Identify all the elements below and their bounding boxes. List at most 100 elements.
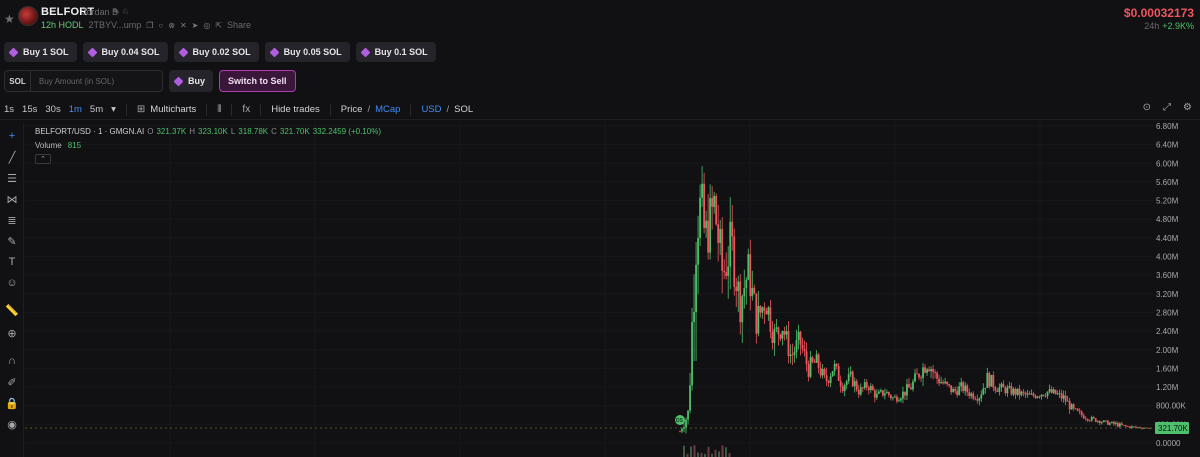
buy-button[interactable]: Buy — [169, 70, 214, 92]
candle-body — [966, 385, 969, 393]
lock-icon[interactable]: 🔒 — [4, 395, 20, 411]
timeframe-dropdown-icon[interactable]: ▾ — [107, 104, 120, 115]
share-link[interactable]: Share — [227, 20, 251, 30]
mcap-option[interactable]: MCap — [375, 104, 400, 115]
high-value: 323.10K — [198, 127, 228, 136]
crosshair-icon[interactable]: + — [4, 128, 20, 144]
brush-icon[interactable]: ✎ — [4, 233, 20, 249]
candle-body — [990, 374, 993, 387]
fullscreen-icon[interactable]: ⤢ — [1163, 102, 1171, 113]
candle-body — [1042, 394, 1045, 396]
trade-input-row: SOL Buy Switch to Sell — [4, 70, 296, 92]
candle-body — [944, 381, 947, 384]
favorite-star-icon[interactable]: ★ — [4, 12, 15, 26]
horizontal-lines-icon[interactable]: ☰ — [4, 170, 20, 186]
candle-body — [841, 386, 844, 392]
y-tick-label: 2.00M — [1156, 346, 1179, 355]
buy-amount-input[interactable] — [31, 76, 162, 86]
camera-icon[interactable]: ⊙ — [1143, 102, 1151, 113]
candle-body — [1092, 417, 1095, 419]
settings-gear-icon[interactable]: ⚙ — [1183, 102, 1192, 113]
ruler-icon[interactable]: 📏 — [4, 302, 20, 318]
candle-body — [727, 266, 730, 276]
candle-body — [1096, 420, 1099, 422]
quick-buy-button[interactable]: Buy 0.02 SOL — [173, 42, 259, 62]
candle-body — [771, 331, 774, 344]
candle-body — [871, 385, 874, 391]
fib-icon[interactable]: ≣ — [4, 212, 20, 228]
usd-option[interactable]: USD — [421, 104, 441, 115]
collapse-legend-icon[interactable]: ⌃ — [35, 154, 51, 164]
switch-to-sell-button[interactable]: Switch to Sell — [219, 70, 296, 92]
eye-icon[interactable]: ◉ — [4, 416, 20, 432]
pattern-icon[interactable]: ⋈ — [4, 191, 20, 207]
y-tick-label: 5.20M — [1156, 197, 1179, 206]
lock-drawing-icon[interactable]: ✐ — [4, 374, 20, 390]
candle-body — [743, 287, 746, 297]
candle-body — [809, 357, 812, 377]
candle-style-button[interactable]: ⫴ — [213, 104, 225, 115]
timeframe-5m[interactable]: 5m — [86, 104, 107, 115]
candle-body — [1022, 391, 1025, 393]
telegram-icon[interactable]: ➤ — [192, 21, 199, 30]
trade-marker-label: DS — [676, 418, 684, 424]
price-chart[interactable]: 6.80M 6.40M 6.00M 5.60M 5.20M 4.80M 4.40M 4.00M… — [25, 121, 1200, 457]
settings-icon[interactable]: ⊗ — [168, 21, 175, 30]
quick-buy-button[interactable]: Buy 1 SOL — [4, 42, 77, 62]
candle-body — [938, 378, 941, 384]
candle-body — [996, 390, 999, 392]
price-mcap-toggle[interactable]: Price / MCap — [337, 104, 405, 115]
sol-option[interactable]: SOL — [454, 104, 473, 115]
text-icon[interactable]: T — [4, 254, 20, 270]
candle-body — [1088, 420, 1091, 422]
candle-body — [783, 330, 786, 335]
website-icon[interactable]: ◎ — [203, 21, 210, 30]
candle-body — [988, 372, 991, 387]
candle-body — [813, 361, 816, 363]
token-price: $0.00032173 — [1123, 6, 1194, 20]
candle-body — [821, 369, 824, 376]
candle-body — [1068, 400, 1071, 410]
trendline-icon[interactable]: ╱ — [4, 149, 20, 165]
candle-body — [1036, 396, 1039, 398]
toolbar-right: ⊙ ⤢ ⚙ — [1143, 102, 1192, 113]
currency-toggle[interactable]: USD / SOL — [417, 104, 477, 115]
low-value: 318.78K — [238, 127, 269, 136]
candle-body — [767, 307, 770, 315]
emoji-icon[interactable]: ☺ — [4, 275, 20, 291]
quick-buy-button[interactable]: Buy 0.1 SOL — [355, 42, 436, 62]
share-icon[interactable]: ⇱ — [215, 21, 222, 30]
multicharts-button[interactable]: ⊞ Multicharts — [133, 104, 200, 115]
timeframe-1s[interactable]: 1s — [0, 104, 18, 115]
search-icon[interactable]: ○ — [158, 21, 163, 30]
price-option[interactable]: Price — [341, 104, 363, 115]
candle-body — [795, 340, 798, 353]
candle-body — [781, 330, 784, 339]
candle-body — [803, 348, 806, 352]
volume-legend: Volume 815 — [35, 141, 82, 150]
magnet-icon[interactable]: ∩ — [4, 353, 20, 369]
quick-buy-button[interactable]: Buy 0.04 SOL — [82, 42, 168, 62]
candle-body — [936, 372, 938, 379]
candle-body — [713, 195, 716, 207]
candle-body — [1008, 386, 1011, 388]
volume-bar — [693, 445, 696, 457]
hide-trades-toggle[interactable]: Hide trades — [267, 104, 324, 115]
volume-bar — [700, 452, 703, 457]
chart-toolbar: 1s 15s 30s 1m 5m ▾ ⊞ Multicharts ⫴ fx Hid… — [0, 100, 1200, 120]
copy-icon[interactable]: ❐ — [146, 21, 153, 30]
candle-body — [940, 382, 943, 384]
quick-buy-button[interactable]: Buy 0.05 SOL — [264, 42, 350, 62]
candle-body — [1044, 395, 1047, 397]
zoom-icon[interactable]: ⊕ — [4, 325, 20, 341]
candle-body — [904, 391, 906, 396]
timeframe-1m[interactable]: 1m — [65, 104, 86, 115]
candle-body — [819, 367, 822, 376]
twitter-icon[interactable]: ✕ — [180, 21, 187, 30]
timeframe-30s[interactable]: 30s — [41, 104, 64, 115]
indicators-button[interactable]: fx — [238, 104, 254, 115]
candle-body — [769, 307, 772, 332]
timeframe-15s[interactable]: 15s — [18, 104, 41, 115]
candle-body — [908, 384, 910, 388]
contract-address[interactable]: 2TBYV...ump — [89, 20, 142, 30]
